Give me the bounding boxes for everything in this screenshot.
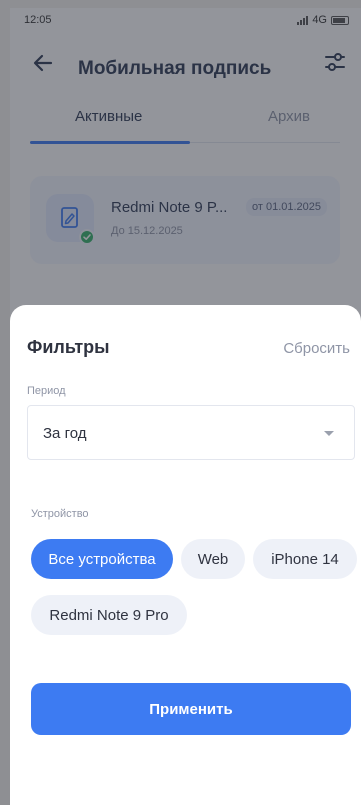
- chip-iphone-14[interactable]: iPhone 14: [253, 539, 357, 579]
- reset-button[interactable]: Сбросить: [283, 340, 350, 357]
- period-value: За год: [43, 425, 87, 442]
- app-screen: 12:05 4G Мобильная подпись Активные Архи…: [10, 8, 361, 805]
- period-select[interactable]: За год: [27, 405, 355, 460]
- chip-web[interactable]: Web: [181, 539, 245, 579]
- sheet-title: Фильтры: [27, 337, 110, 357]
- apply-button[interactable]: Применить: [31, 683, 351, 735]
- chip-all-devices[interactable]: Все устройства: [31, 539, 173, 579]
- chevron-down-icon: [324, 431, 334, 436]
- chip-redmi-note-9-pro[interactable]: Redmi Note 9 Pro: [31, 595, 187, 635]
- period-label: Период: [27, 385, 66, 397]
- filters-bottom-sheet: Фильтры Сбросить Период За год Устройств…: [10, 305, 361, 805]
- device-filter-label: Устройство: [31, 508, 89, 520]
